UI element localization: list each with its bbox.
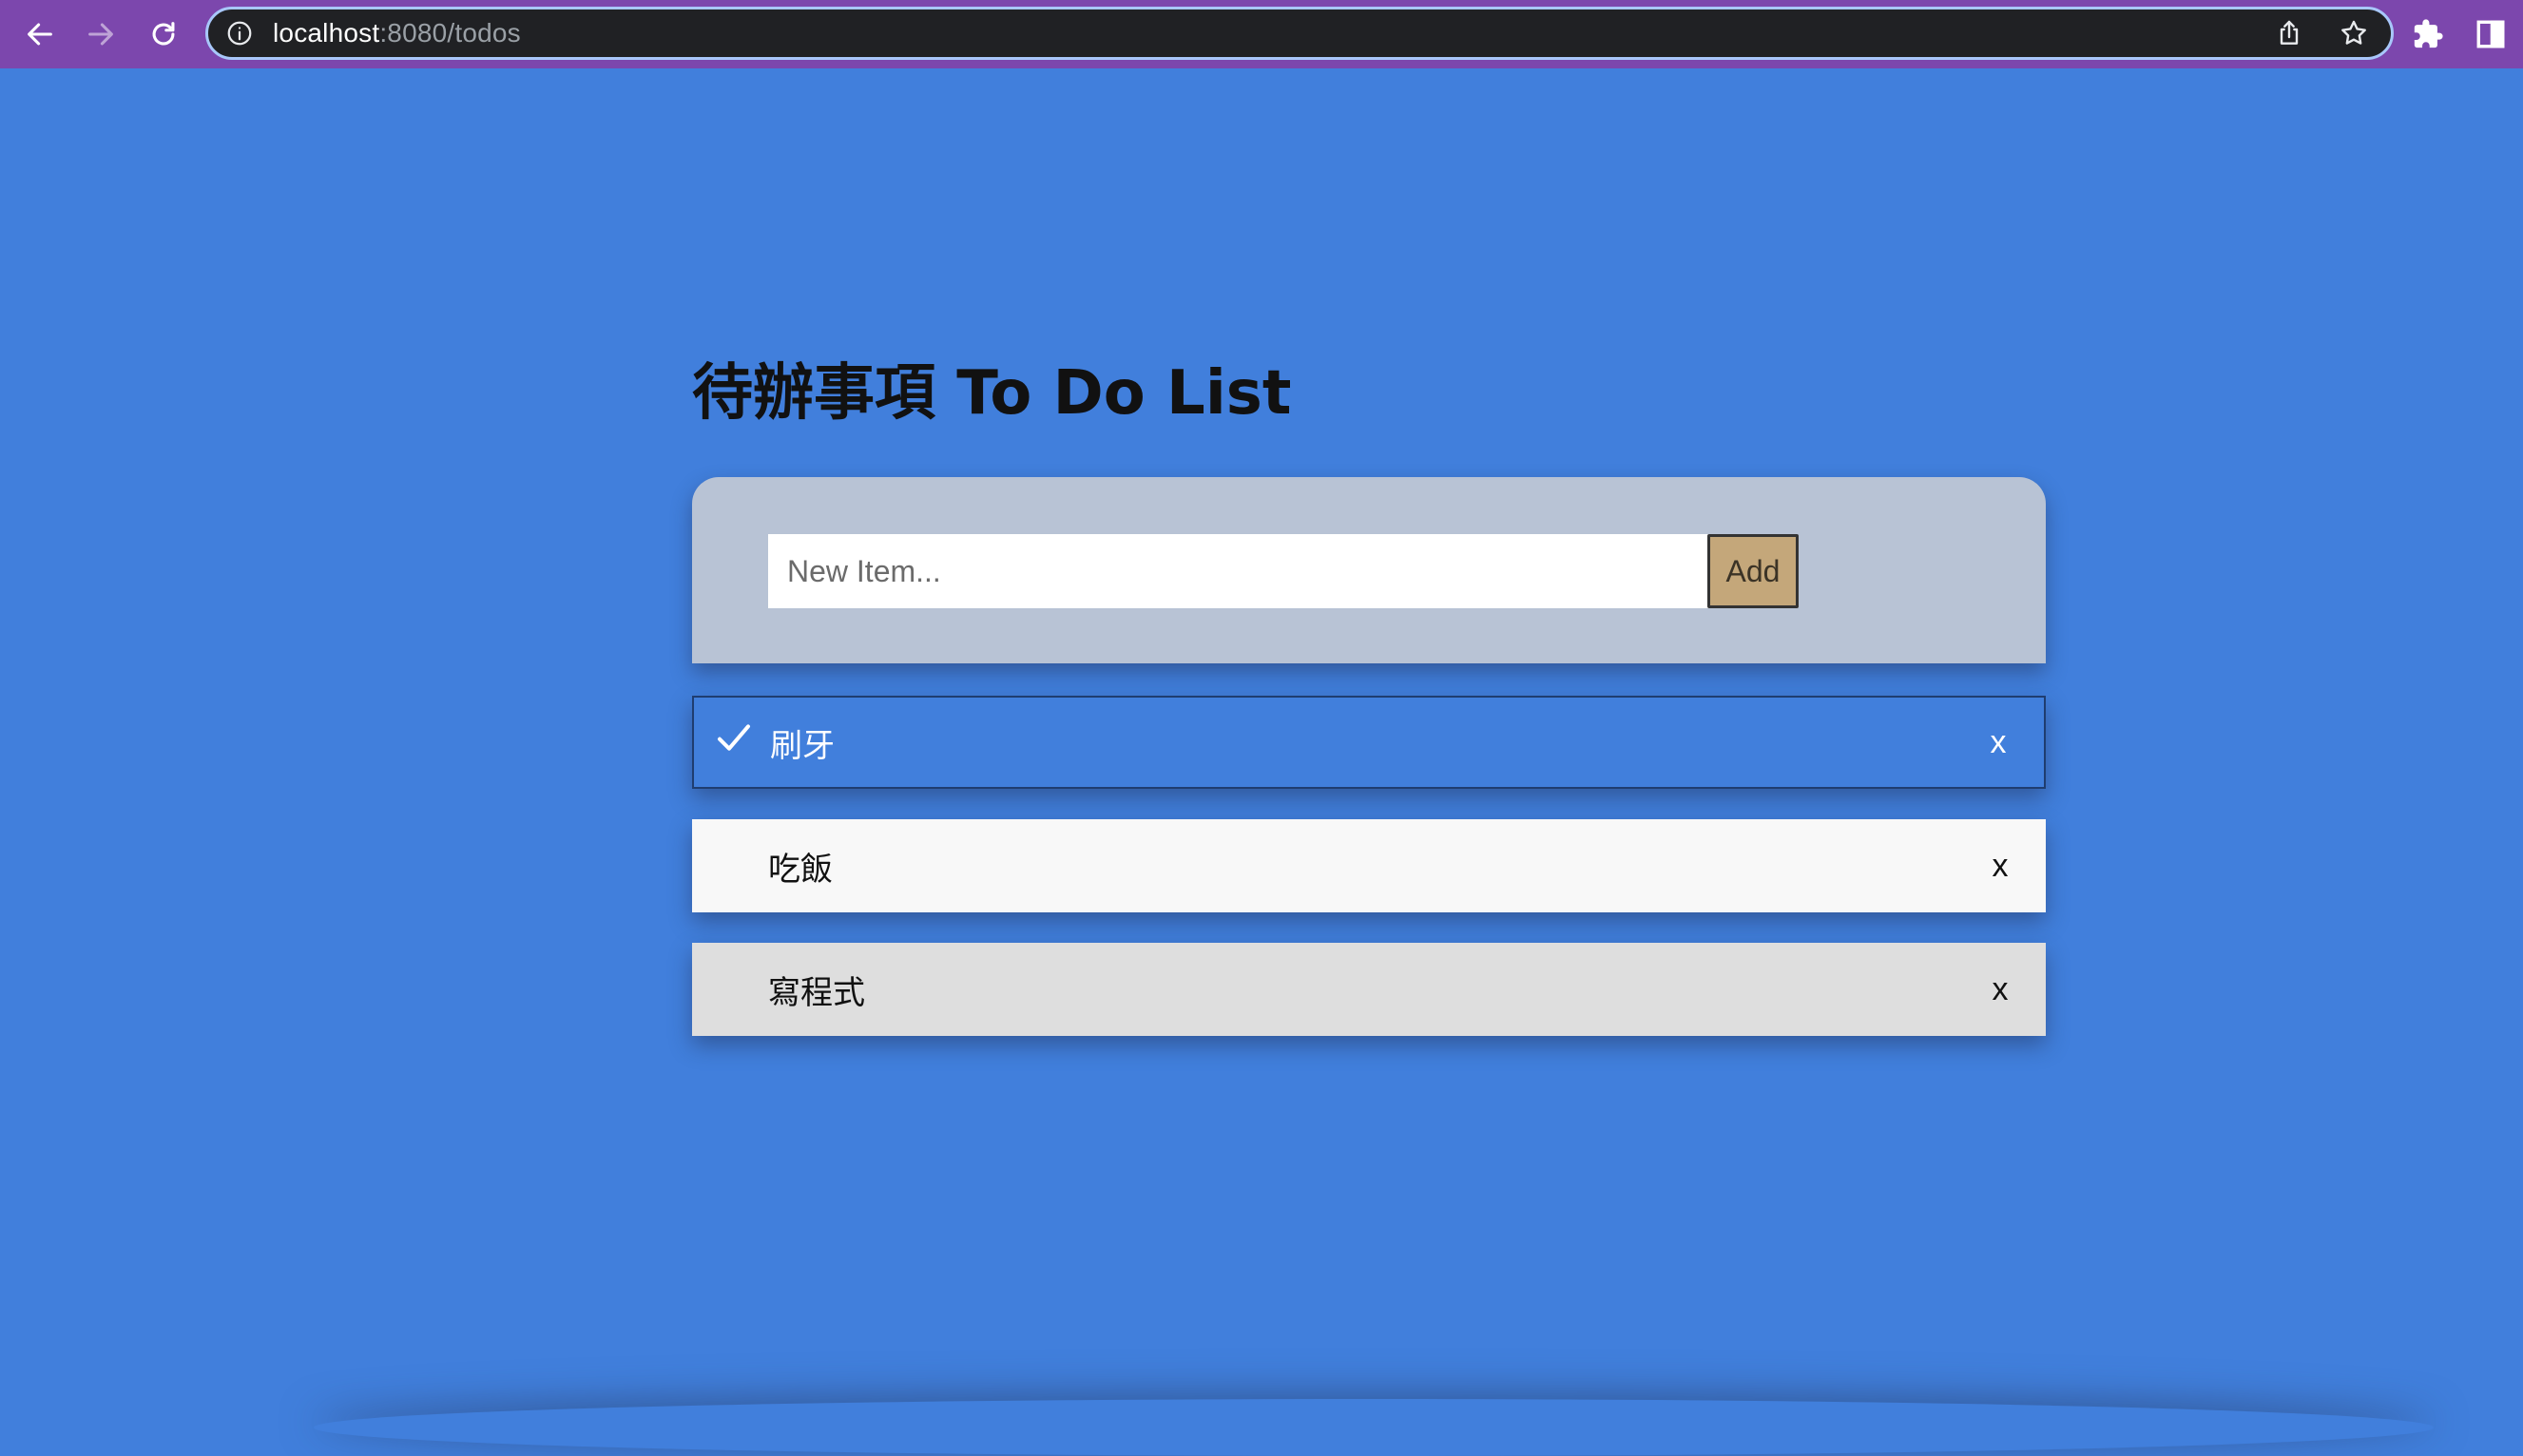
page-content: 待辦事項 To Do List Add 刷牙 x 吃飯 x 寫程式 x [0, 68, 2523, 1418]
site-info-icon[interactable] [225, 19, 254, 48]
new-item-input[interactable] [768, 534, 1709, 608]
checkmark-icon [715, 718, 753, 757]
forward-button[interactable] [74, 8, 127, 61]
arrow-left-icon [28, 23, 52, 46]
share-icon[interactable] [2273, 17, 2305, 49]
bookmark-star-icon[interactable] [2338, 17, 2370, 49]
reload-icon [152, 22, 175, 46]
url-text: localhost:8080/todos [273, 18, 521, 48]
extensions-puzzle-icon[interactable] [2411, 17, 2445, 51]
add-button[interactable]: Add [1707, 534, 1799, 608]
todo-label: 寫程式 [768, 973, 865, 1012]
page-title: 待辦事項 To Do List [692, 358, 1292, 429]
url-path: :8080/todos [379, 18, 521, 48]
delete-button[interactable]: x [1981, 837, 2019, 894]
new-item-form: Add [692, 477, 2046, 663]
address-bar[interactable]: localhost:8080/todos [205, 7, 2394, 60]
todo-label: 吃飯 [768, 850, 833, 889]
todo-item[interactable]: 寫程式 x [692, 943, 2046, 1036]
todo-item[interactable]: 刷牙 x [692, 696, 2046, 789]
back-button[interactable] [13, 8, 67, 61]
reload-button[interactable] [137, 8, 190, 61]
todo-item[interactable]: 吃飯 x [692, 819, 2046, 912]
side-panel-icon[interactable] [2474, 17, 2508, 51]
delete-button[interactable]: x [1981, 961, 2019, 1018]
arrow-right-icon [88, 23, 113, 46]
url-host: localhost [273, 18, 380, 48]
todo-label: 刷牙 [770, 726, 835, 765]
bottom-shadow [314, 1399, 2434, 1456]
browser-toolbar: localhost:8080/todos [0, 0, 2523, 68]
delete-button[interactable]: x [1979, 714, 2017, 771]
